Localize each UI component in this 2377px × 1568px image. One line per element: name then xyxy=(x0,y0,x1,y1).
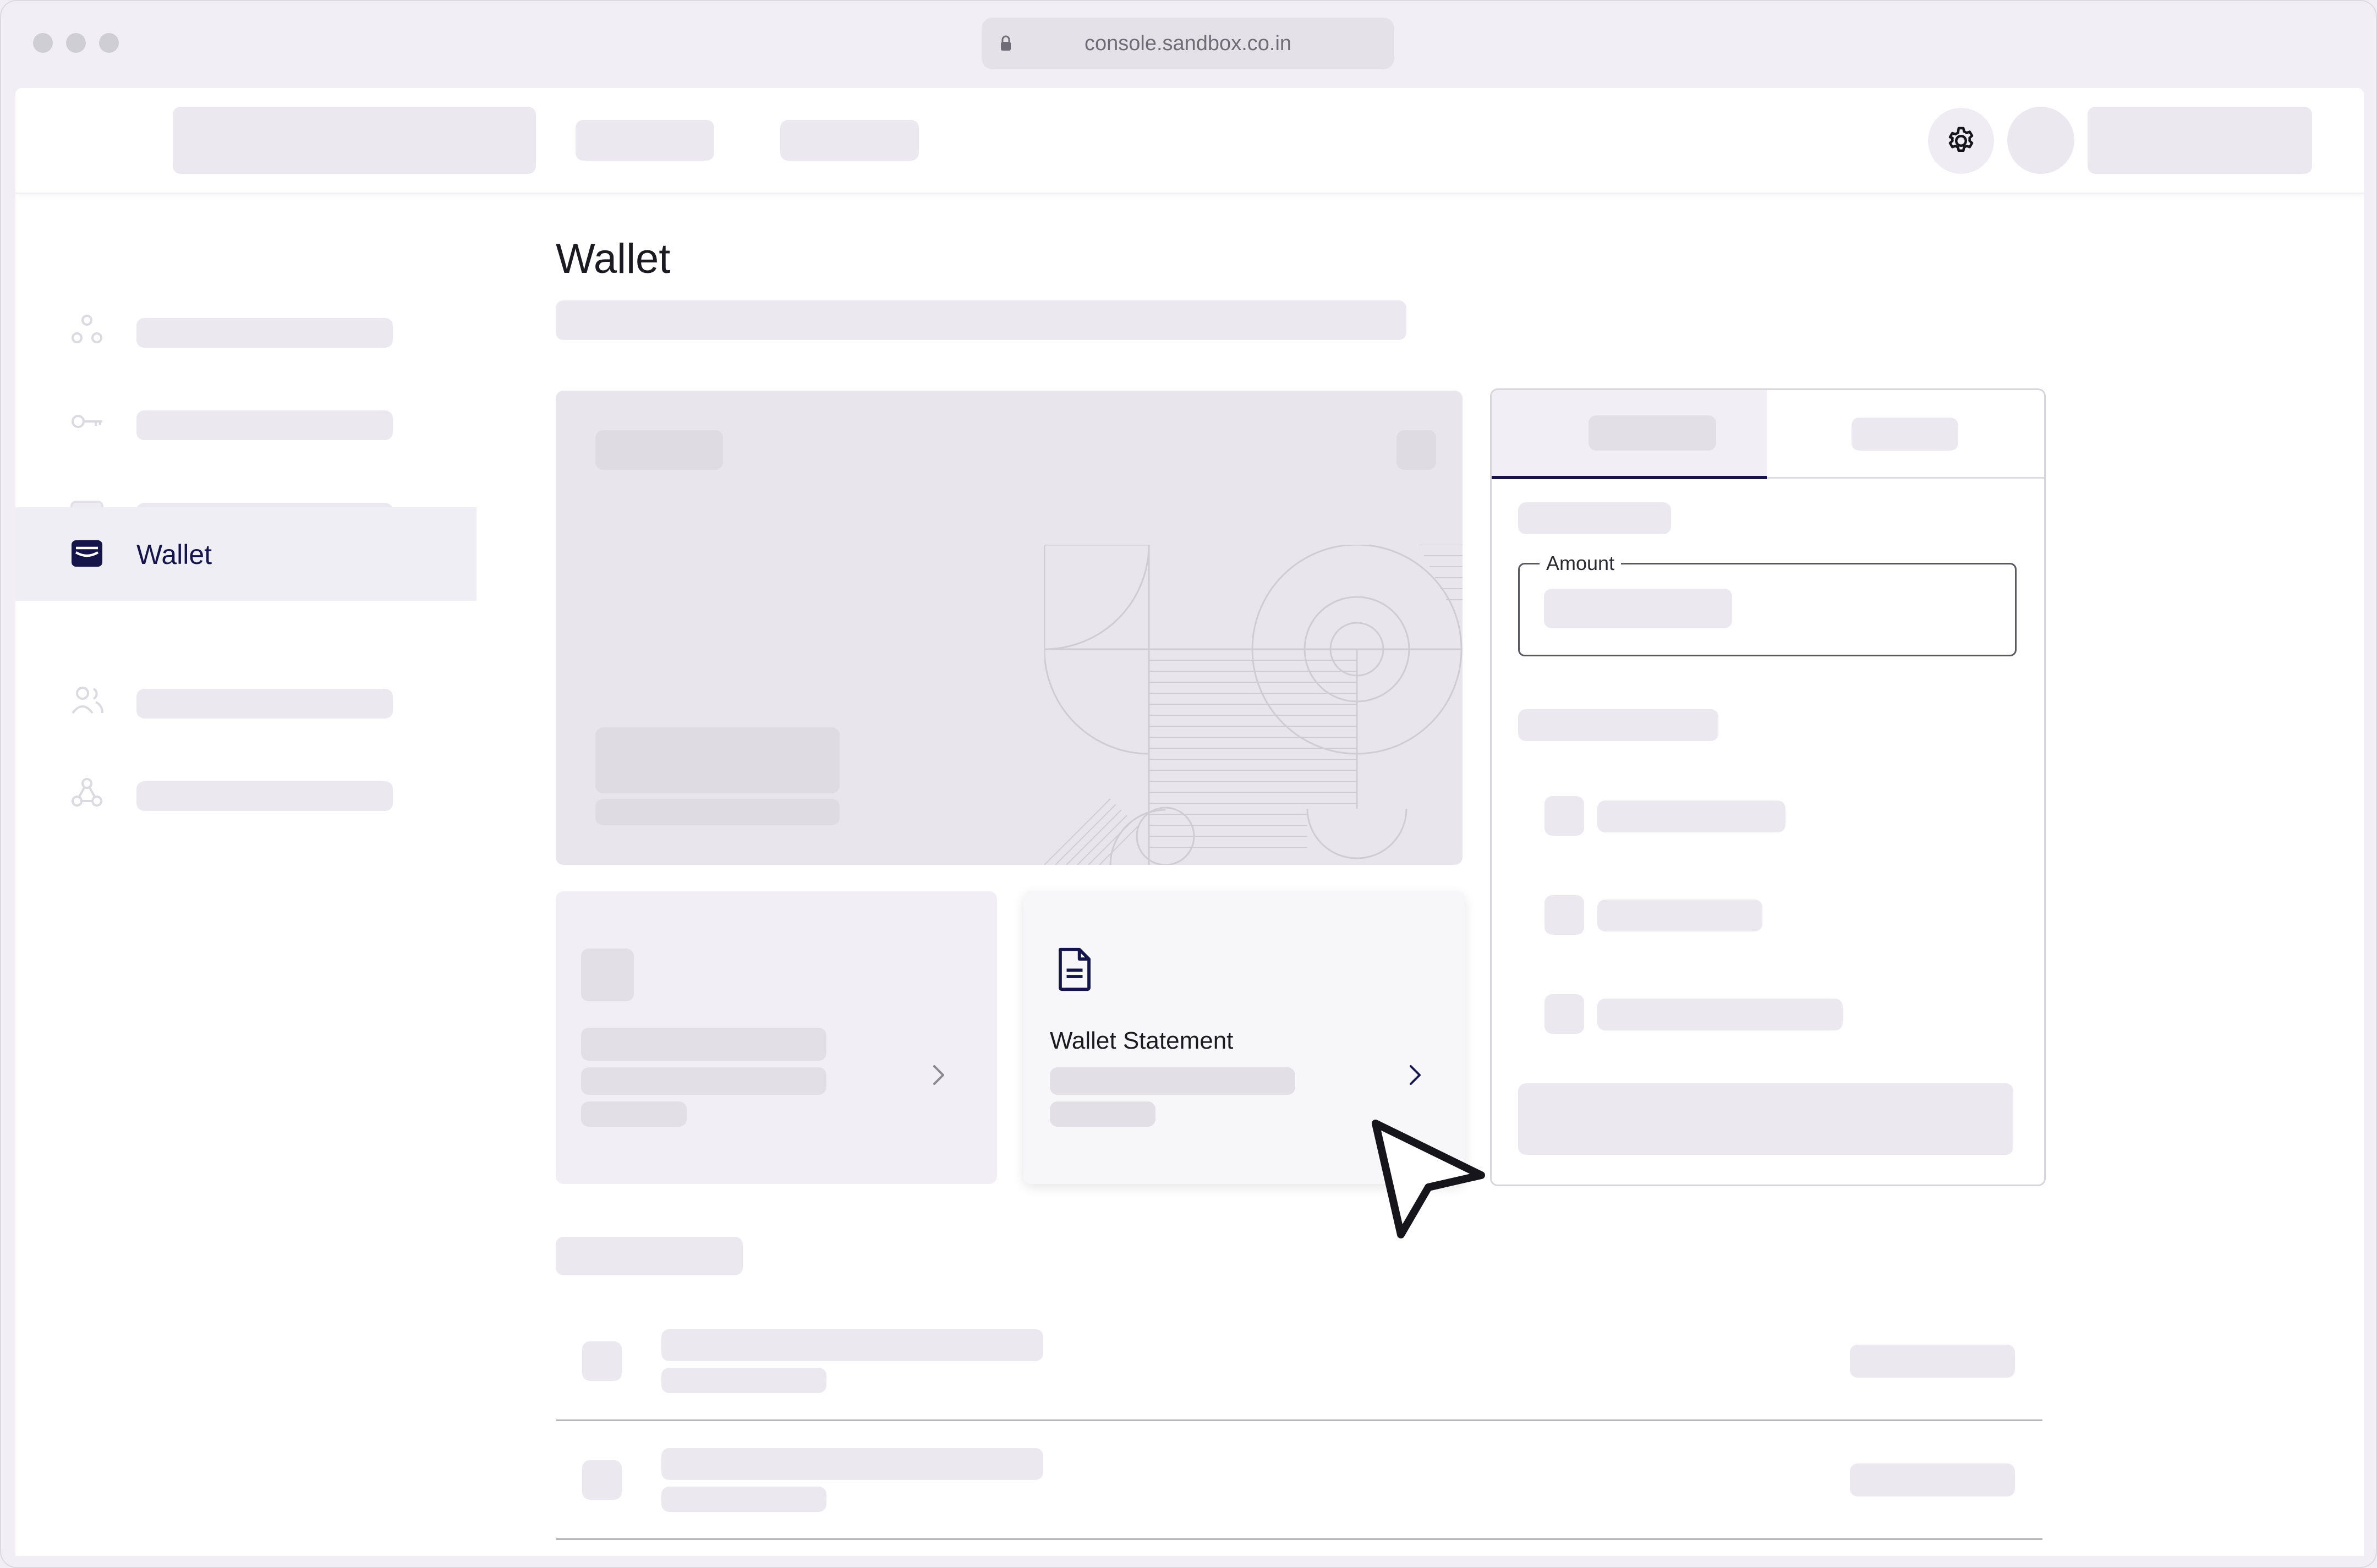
sidebar-label-placeholder xyxy=(136,689,393,719)
wallet-icon xyxy=(72,540,102,567)
sidebar-item-label: Wallet xyxy=(136,539,212,570)
add-money-panel: Amount xyxy=(1490,388,2046,1186)
panel-heading-placeholder xyxy=(1518,502,1671,534)
decorative-pattern xyxy=(1044,545,1463,865)
row-icon-placeholder xyxy=(582,1460,622,1500)
chevron-right-icon xyxy=(1410,1065,1421,1085)
webhook-icon xyxy=(72,778,102,807)
row-subtitle-placeholder xyxy=(661,1487,826,1512)
balance-amount-placeholder xyxy=(595,727,840,793)
browser-window: console.sandbox.co.in Wallet Wallet Wall… xyxy=(0,0,2377,1568)
option-label-placeholder xyxy=(1597,999,1843,1030)
row-divider xyxy=(556,1419,2042,1421)
tab-2[interactable] xyxy=(1767,390,2044,479)
chevron-right-icon xyxy=(933,1065,944,1085)
tile-text-placeholder xyxy=(581,1067,826,1095)
app-surface: Wallet Wallet Wallet Statement Amount xyxy=(15,88,2364,1556)
settings-button[interactable] xyxy=(1928,108,1994,174)
mouse-cursor-icon xyxy=(1372,1120,1485,1238)
key-icon xyxy=(72,415,102,428)
window-minimize-dot[interactable] xyxy=(66,33,86,53)
avatar[interactable] xyxy=(2007,107,2074,174)
row-divider xyxy=(556,1538,2042,1540)
lock-icon xyxy=(1001,35,1011,51)
balance-caption-placeholder xyxy=(595,799,840,825)
amount-field[interactable]: Amount xyxy=(1518,552,2017,656)
top-bar xyxy=(15,88,2364,194)
nav-link-placeholder[interactable] xyxy=(780,120,919,161)
tile-text-placeholder xyxy=(581,1101,687,1127)
logo-placeholder xyxy=(173,107,536,174)
section-heading-placeholder xyxy=(1518,709,1718,741)
sidebar-item-6[interactable] xyxy=(15,749,477,843)
account-menu-placeholder[interactable] xyxy=(2088,107,2312,174)
card-action-placeholder[interactable] xyxy=(1396,430,1436,470)
gear-icon xyxy=(1948,127,1974,152)
tile-icon-placeholder xyxy=(581,949,634,1001)
url-text: console.sandbox.co.in xyxy=(1084,31,1292,55)
sidebar-label-placeholder xyxy=(136,781,393,811)
row-icon-placeholder xyxy=(582,1341,622,1381)
row-amount-placeholder xyxy=(1850,1463,2015,1496)
window-close-dot[interactable] xyxy=(33,33,53,53)
option-radio-placeholder[interactable] xyxy=(1544,895,1584,935)
tab-label-placeholder xyxy=(1852,418,1958,451)
submit-button-placeholder[interactable] xyxy=(1518,1083,2013,1155)
sidebar-item-5[interactable] xyxy=(15,657,477,750)
users-icon xyxy=(72,687,103,714)
sidebar-label-placeholder xyxy=(136,410,393,440)
page-title: Wallet xyxy=(556,235,671,282)
window-maximize-dot[interactable] xyxy=(99,33,119,53)
sidebar-item-2[interactable] xyxy=(15,379,477,472)
quick-action-tile[interactable] xyxy=(556,891,997,1184)
amount-label: Amount xyxy=(1540,552,1622,574)
tab-1[interactable] xyxy=(1492,390,1767,479)
option-radio-placeholder[interactable] xyxy=(1544,994,1584,1034)
address-bar[interactable]: console.sandbox.co.in xyxy=(982,18,1394,69)
page-subtitle-placeholder xyxy=(556,300,1406,340)
option-label-placeholder xyxy=(1597,801,1786,832)
row-title-placeholder xyxy=(661,1448,1043,1480)
tile-title-placeholder xyxy=(581,1028,826,1061)
tile-text-placeholder xyxy=(1050,1101,1155,1127)
sidebar-item-wallet[interactable]: Wallet xyxy=(15,507,477,601)
transactions-heading-placeholder xyxy=(556,1237,743,1275)
tile-text-placeholder xyxy=(1050,1067,1295,1095)
balance-card xyxy=(556,391,1463,865)
option-radio-placeholder[interactable] xyxy=(1544,796,1584,836)
circles-icon xyxy=(72,315,102,343)
row-title-placeholder xyxy=(661,1329,1043,1361)
balance-label-placeholder xyxy=(595,430,723,470)
option-label-placeholder xyxy=(1597,900,1762,931)
wallet-statement-label: Wallet Statement xyxy=(1050,1027,1234,1054)
tab-label-placeholder xyxy=(1589,415,1716,451)
document-icon xyxy=(1059,947,1091,991)
row-amount-placeholder xyxy=(1850,1345,2015,1378)
amount-value-placeholder xyxy=(1544,589,1732,628)
row-subtitle-placeholder xyxy=(661,1368,826,1393)
nav-link-placeholder[interactable] xyxy=(576,120,714,161)
sidebar-item-1[interactable] xyxy=(15,286,477,380)
sidebar-label-placeholder xyxy=(136,318,393,348)
